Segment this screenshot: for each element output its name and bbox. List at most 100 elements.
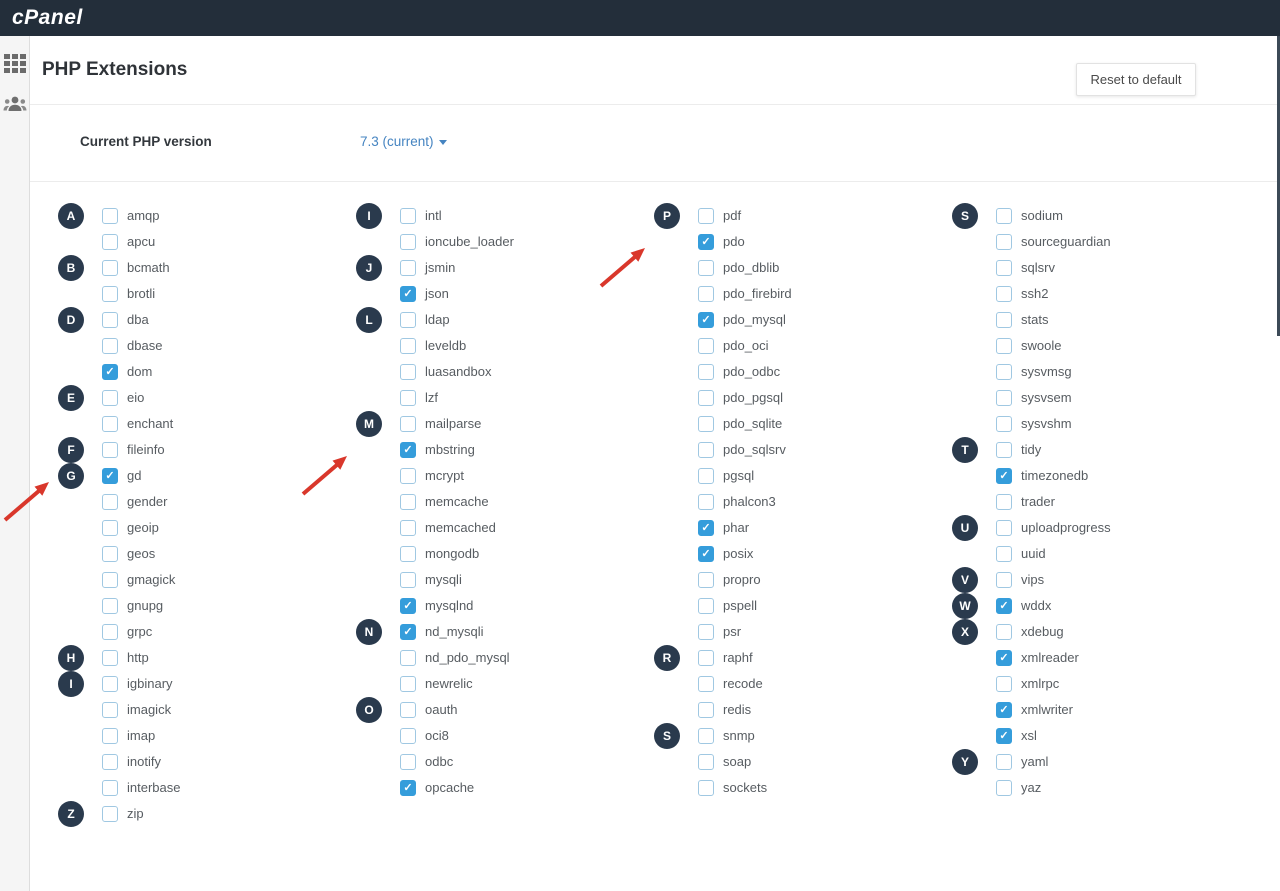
checkbox-brotli[interactable] bbox=[102, 286, 118, 302]
apps-grid-icon[interactable] bbox=[4, 54, 26, 73]
checkbox-gd[interactable]: ✓ bbox=[102, 468, 118, 484]
checkbox-bcmath[interactable] bbox=[102, 260, 118, 276]
checkbox-uploadprogress[interactable] bbox=[996, 520, 1012, 536]
checkbox-interbase[interactable] bbox=[102, 780, 118, 796]
checkbox-luasandbox[interactable] bbox=[400, 364, 416, 380]
checkbox-gender[interactable] bbox=[102, 494, 118, 510]
checkbox-json[interactable]: ✓ bbox=[400, 286, 416, 302]
checkbox-pdo_sqlsrv[interactable] bbox=[698, 442, 714, 458]
checkbox-trader[interactable] bbox=[996, 494, 1012, 510]
checkbox-geos[interactable] bbox=[102, 546, 118, 562]
checkbox-vips[interactable] bbox=[996, 572, 1012, 588]
checkbox-enchant[interactable] bbox=[102, 416, 118, 432]
checkbox-newrelic[interactable] bbox=[400, 676, 416, 692]
checkbox-odbc[interactable] bbox=[400, 754, 416, 770]
checkbox-xdebug[interactable] bbox=[996, 624, 1012, 640]
checkbox-timezonedb[interactable]: ✓ bbox=[996, 468, 1012, 484]
checkbox-fileinfo[interactable] bbox=[102, 442, 118, 458]
checkbox-xmlwriter[interactable]: ✓ bbox=[996, 702, 1012, 718]
checkbox-pdo_oci[interactable] bbox=[698, 338, 714, 354]
checkbox-lzf[interactable] bbox=[400, 390, 416, 406]
checkbox-raphf[interactable] bbox=[698, 650, 714, 666]
checkbox-sockets[interactable] bbox=[698, 780, 714, 796]
user-groups-icon[interactable] bbox=[3, 95, 27, 118]
checkbox-nd_pdo_mysql[interactable] bbox=[400, 650, 416, 666]
checkbox-pdo_mysql[interactable]: ✓ bbox=[698, 312, 714, 328]
checkbox-sourceguardian[interactable] bbox=[996, 234, 1012, 250]
checkbox-gmagick[interactable] bbox=[102, 572, 118, 588]
checkbox-tidy[interactable] bbox=[996, 442, 1012, 458]
checkbox-jsmin[interactable] bbox=[400, 260, 416, 276]
checkbox-ssh2[interactable] bbox=[996, 286, 1012, 302]
checkbox-sysvsem[interactable] bbox=[996, 390, 1012, 406]
checkbox-mysqli[interactable] bbox=[400, 572, 416, 588]
checkbox-pdo_sqlite[interactable] bbox=[698, 416, 714, 432]
checkbox-grpc[interactable] bbox=[102, 624, 118, 640]
checkbox-amqp[interactable] bbox=[102, 208, 118, 224]
checkbox-intl[interactable] bbox=[400, 208, 416, 224]
checkbox-propro[interactable] bbox=[698, 572, 714, 588]
checkbox-phalcon3[interactable] bbox=[698, 494, 714, 510]
checkbox-pdo_dblib[interactable] bbox=[698, 260, 714, 276]
checkbox-ioncube_loader[interactable] bbox=[400, 234, 416, 250]
checkbox-apcu[interactable] bbox=[102, 234, 118, 250]
checkbox-memcache[interactable] bbox=[400, 494, 416, 510]
checkbox-mailparse[interactable] bbox=[400, 416, 416, 432]
checkbox-dbase[interactable] bbox=[102, 338, 118, 354]
checkbox-xmlrpc[interactable] bbox=[996, 676, 1012, 692]
checkbox-stats[interactable] bbox=[996, 312, 1012, 328]
checkbox-leveldb[interactable] bbox=[400, 338, 416, 354]
extension-row-grpc: grpc bbox=[58, 623, 356, 640]
checkbox-memcached[interactable] bbox=[400, 520, 416, 536]
checkbox-xsl[interactable]: ✓ bbox=[996, 728, 1012, 744]
checkbox-dom[interactable]: ✓ bbox=[102, 364, 118, 380]
checkbox-mcrypt[interactable] bbox=[400, 468, 416, 484]
checkbox-pdo_firebird[interactable] bbox=[698, 286, 714, 302]
checkbox-oauth[interactable] bbox=[400, 702, 416, 718]
checkbox-eio[interactable] bbox=[102, 390, 118, 406]
checkbox-geoip[interactable] bbox=[102, 520, 118, 536]
checkbox-oci8[interactable] bbox=[400, 728, 416, 744]
checkbox-recode[interactable] bbox=[698, 676, 714, 692]
checkbox-mbstring[interactable]: ✓ bbox=[400, 442, 416, 458]
php-version-dropdown[interactable]: 7.3 (current) bbox=[360, 134, 447, 149]
checkbox-mongodb[interactable] bbox=[400, 546, 416, 562]
checkbox-uuid[interactable] bbox=[996, 546, 1012, 562]
checkbox-http[interactable] bbox=[102, 650, 118, 666]
checkbox-redis[interactable] bbox=[698, 702, 714, 718]
checkbox-sqlsrv[interactable] bbox=[996, 260, 1012, 276]
checkbox-xmlreader[interactable]: ✓ bbox=[996, 650, 1012, 666]
checkbox-swoole[interactable] bbox=[996, 338, 1012, 354]
checkbox-phar[interactable]: ✓ bbox=[698, 520, 714, 536]
checkbox-dba[interactable] bbox=[102, 312, 118, 328]
checkbox-pdo_pgsql[interactable] bbox=[698, 390, 714, 406]
checkbox-pspell[interactable] bbox=[698, 598, 714, 614]
checkbox-psr[interactable] bbox=[698, 624, 714, 640]
checkbox-zip[interactable] bbox=[102, 806, 118, 822]
checkbox-pdf[interactable] bbox=[698, 208, 714, 224]
checkbox-yaml[interactable] bbox=[996, 754, 1012, 770]
checkbox-gnupg[interactable] bbox=[102, 598, 118, 614]
checkbox-imagick[interactable] bbox=[102, 702, 118, 718]
letter-badge-slot bbox=[58, 337, 102, 354]
checkbox-yaz[interactable] bbox=[996, 780, 1012, 796]
checkbox-wddx[interactable]: ✓ bbox=[996, 598, 1012, 614]
checkbox-imap[interactable] bbox=[102, 728, 118, 744]
checkbox-pgsql[interactable] bbox=[698, 468, 714, 484]
letter-badge-slot bbox=[952, 337, 996, 354]
checkbox-ldap[interactable] bbox=[400, 312, 416, 328]
checkbox-sysvshm[interactable] bbox=[996, 416, 1012, 432]
checkbox-mysqlnd[interactable]: ✓ bbox=[400, 598, 416, 614]
checkbox-igbinary[interactable] bbox=[102, 676, 118, 692]
checkbox-snmp[interactable] bbox=[698, 728, 714, 744]
checkbox-opcache[interactable]: ✓ bbox=[400, 780, 416, 796]
reset-to-default-button[interactable]: Reset to default bbox=[1076, 63, 1196, 96]
checkbox-sysvmsg[interactable] bbox=[996, 364, 1012, 380]
checkbox-posix[interactable]: ✓ bbox=[698, 546, 714, 562]
checkbox-pdo[interactable]: ✓ bbox=[698, 234, 714, 250]
checkbox-inotify[interactable] bbox=[102, 754, 118, 770]
checkbox-pdo_odbc[interactable] bbox=[698, 364, 714, 380]
checkbox-sodium[interactable] bbox=[996, 208, 1012, 224]
checkbox-nd_mysqli[interactable]: ✓ bbox=[400, 624, 416, 640]
checkbox-soap[interactable] bbox=[698, 754, 714, 770]
